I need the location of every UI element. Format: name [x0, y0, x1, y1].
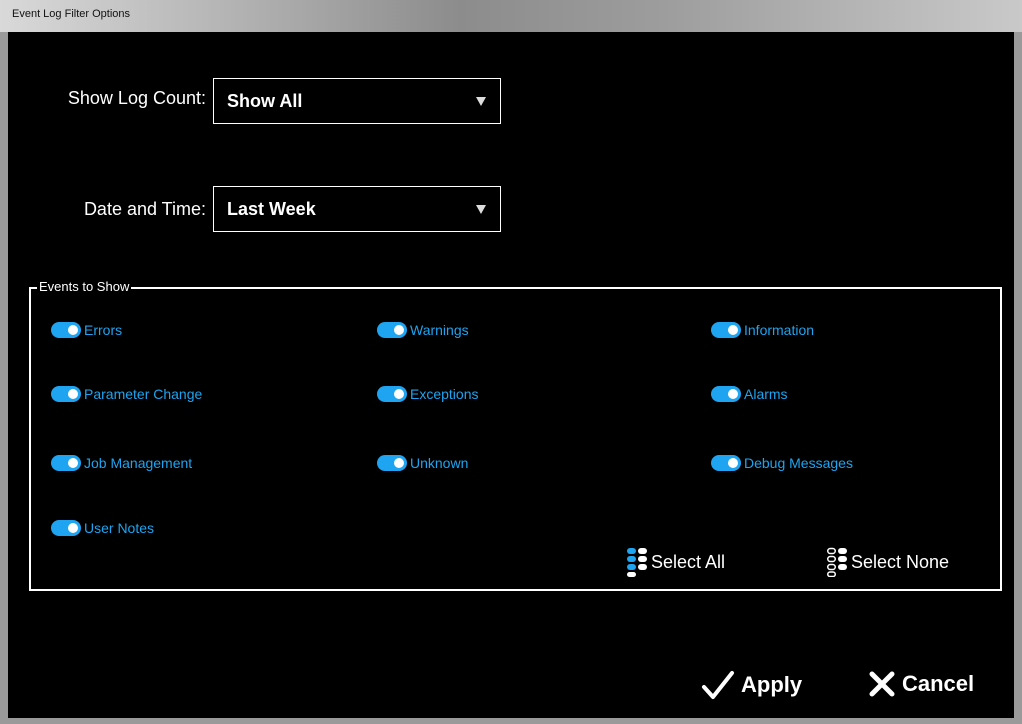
toggle-switch-icon: [711, 455, 741, 471]
toggle-label: Job Management: [84, 455, 193, 471]
log-count-value: Show All: [227, 91, 303, 111]
dialog-body: Show Log Count: Show All Date and Time: …: [8, 32, 1014, 718]
log-count-label: Show Log Count:: [67, 88, 206, 108]
toggle-switch-icon: [377, 322, 407, 338]
toggle-job-management[interactable]: Job Management: [51, 453, 192, 473]
date-time-dropdown[interactable]: Last Week: [213, 186, 501, 232]
toggle-switch-icon: [711, 322, 741, 338]
toggle-errors[interactable]: Errors: [51, 320, 122, 340]
toggle-switch-icon: [51, 322, 81, 338]
toggle-switch-icon: [51, 455, 81, 471]
toggle-label: Alarms: [744, 386, 788, 402]
toggle-switch-icon: [377, 455, 407, 471]
caret-down-icon: [476, 205, 486, 214]
toggle-information[interactable]: Information: [711, 320, 814, 340]
x-icon: [869, 671, 895, 697]
toggle-debug-messages[interactable]: Debug Messages: [711, 453, 853, 473]
checkmark-icon: [702, 671, 734, 699]
date-time-label: Date and Time:: [83, 199, 206, 219]
log-count-dropdown[interactable]: Show All: [213, 78, 501, 124]
apply-label: Apply: [741, 672, 803, 697]
window-title: Event Log Filter Options: [12, 8, 131, 20]
toggle-switch-icon: [51, 386, 81, 402]
toggle-list-off-icon: [827, 547, 847, 577]
events-to-show-group: Events to Show Errors Warnings Informati…: [29, 279, 1002, 591]
toggle-user-notes[interactable]: User Notes: [51, 518, 154, 538]
toggle-unknown[interactable]: Unknown: [377, 453, 468, 473]
caret-down-icon: [476, 97, 486, 106]
toggle-label: Parameter Change: [84, 386, 203, 402]
cancel-button[interactable]: Cancel: [868, 670, 974, 698]
toggle-label: Debug Messages: [744, 455, 853, 471]
cancel-label: Cancel: [902, 671, 975, 696]
select-all-button[interactable]: Select All: [627, 547, 725, 577]
toggle-label: Errors: [84, 322, 123, 338]
toggle-exceptions[interactable]: Exceptions: [377, 384, 478, 404]
events-group-legend: Events to Show: [37, 279, 132, 294]
date-time-value: Last Week: [227, 199, 316, 219]
toggle-switch-icon: [711, 386, 741, 402]
toggle-parameter-change[interactable]: Parameter Change: [51, 384, 202, 404]
toggle-label: Warnings: [410, 322, 469, 338]
toggle-switch-icon: [51, 520, 81, 536]
toggle-label: User Notes: [84, 520, 155, 536]
toggle-warnings[interactable]: Warnings: [377, 320, 469, 340]
toggle-label: Information: [744, 322, 815, 338]
title-bar[interactable]: Event Log Filter Options: [0, 0, 1022, 32]
select-all-label: Select All: [651, 551, 726, 572]
select-none-button[interactable]: Select None: [827, 547, 949, 577]
toggle-list-on-icon: [627, 548, 647, 577]
toggle-alarms[interactable]: Alarms: [711, 384, 788, 404]
select-none-label: Select None: [851, 551, 950, 572]
toggle-switch-icon: [377, 386, 407, 402]
toggle-label: Unknown: [410, 455, 469, 471]
toggle-label: Exceptions: [410, 386, 479, 402]
apply-button[interactable]: Apply: [701, 670, 802, 700]
